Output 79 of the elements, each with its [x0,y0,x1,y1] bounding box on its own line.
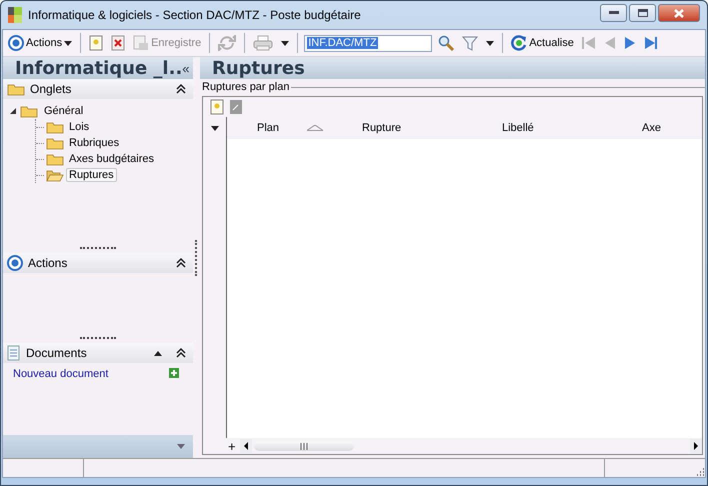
refresh-icon [511,35,528,51]
folder-icon [20,104,38,118]
tree-item[interactable]: Rubriques [66,136,122,150]
filter-icon [462,35,478,51]
add-button[interactable]: + [226,438,238,454]
target-icon [8,35,24,51]
section-header[interactable]: Documents [3,343,193,363]
caret-icon[interactable] [154,350,162,356]
section-header[interactable]: Onglets [3,79,193,99]
left-arrow-icon [244,442,248,450]
column-header[interactable]: Rupture [332,117,472,139]
caret-icon [281,40,290,46]
section-title: Onglets [30,82,72,96]
caret-icon [210,126,218,130]
section-title: Documents [26,346,88,360]
resize-grip-icon[interactable] [695,467,705,477]
next-icon [624,36,636,50]
new-document-icon [210,99,224,115]
caret-icon [64,40,72,46]
column-label: Axe [642,122,661,134]
document-icon [133,35,150,51]
double-chevron-icon [175,257,187,269]
tree-item[interactable]: Ruptures [66,168,117,182]
minimize-icon [608,11,618,15]
last-icon [644,36,658,50]
new-document-link[interactable]: Nouveau document [13,368,108,380]
column-header[interactable]: Libellé [472,117,612,139]
actions-button[interactable]: Actions [6,32,74,54]
folder-icon [46,136,64,150]
sync-icon [218,35,236,51]
maximize-button[interactable] [629,4,656,22]
grip-icon [300,442,308,450]
caret-icon [486,40,494,46]
previous-icon [604,36,616,50]
tree-item[interactable]: Général [41,104,86,118]
printer-icon [253,35,274,51]
scroll-right-button[interactable] [690,439,702,453]
collapse-button[interactable] [175,83,187,95]
scroll-left-button[interactable] [240,439,252,453]
close-button[interactable] [658,4,700,22]
collapse-button[interactable]: « [182,60,190,76]
section-header[interactable]: Actions [3,253,193,273]
first-icon [582,36,596,50]
panel-title: Ruptures [212,58,305,78]
new-document-icon [89,35,104,51]
window-title: Informatique & logiciels - Section DAC/MTZ - Poste budgétaire [28,8,362,22]
edit-icon [230,100,242,114]
scrollbar-thumb[interactable] [254,441,354,451]
close-icon [674,8,684,18]
refresh-button[interactable]: Actualise [509,32,576,54]
double-chevron-icon [175,347,187,359]
group-label: Ruptures par plan [202,81,290,93]
app-icon [8,7,24,23]
double-chevron-icon [175,83,187,95]
column-header[interactable]: Axe [612,117,692,139]
search-field[interactable]: INF.DAC/MTZ [304,34,432,52]
tree-item[interactable]: Lois [66,120,92,134]
plus-icon[interactable] [169,368,179,378]
collapse-button[interactable] [175,257,187,269]
expander-icon[interactable] [9,107,17,115]
folder-icon [46,120,64,134]
tree-item[interactable]: Axes budgétaires [66,152,157,166]
column-label: Rupture [362,122,402,134]
section-title: Actions [28,256,68,270]
column-header[interactable]: Plan [227,117,332,139]
search-icon [438,35,454,51]
folder-icon [7,82,25,96]
maximize-icon [638,9,648,17]
folder-icon [46,152,64,166]
right-arrow-icon [694,442,698,450]
minimize-button[interactable] [600,4,627,22]
column-label: Libellé [502,122,534,134]
delete-icon [111,35,126,51]
column-label: Plan [257,122,280,134]
document-icon [7,345,21,361]
panel-title: Informatique _l.. [15,58,182,78]
open-folder-icon [46,168,64,182]
target-icon [7,255,23,271]
collapse-button[interactable] [175,347,187,359]
